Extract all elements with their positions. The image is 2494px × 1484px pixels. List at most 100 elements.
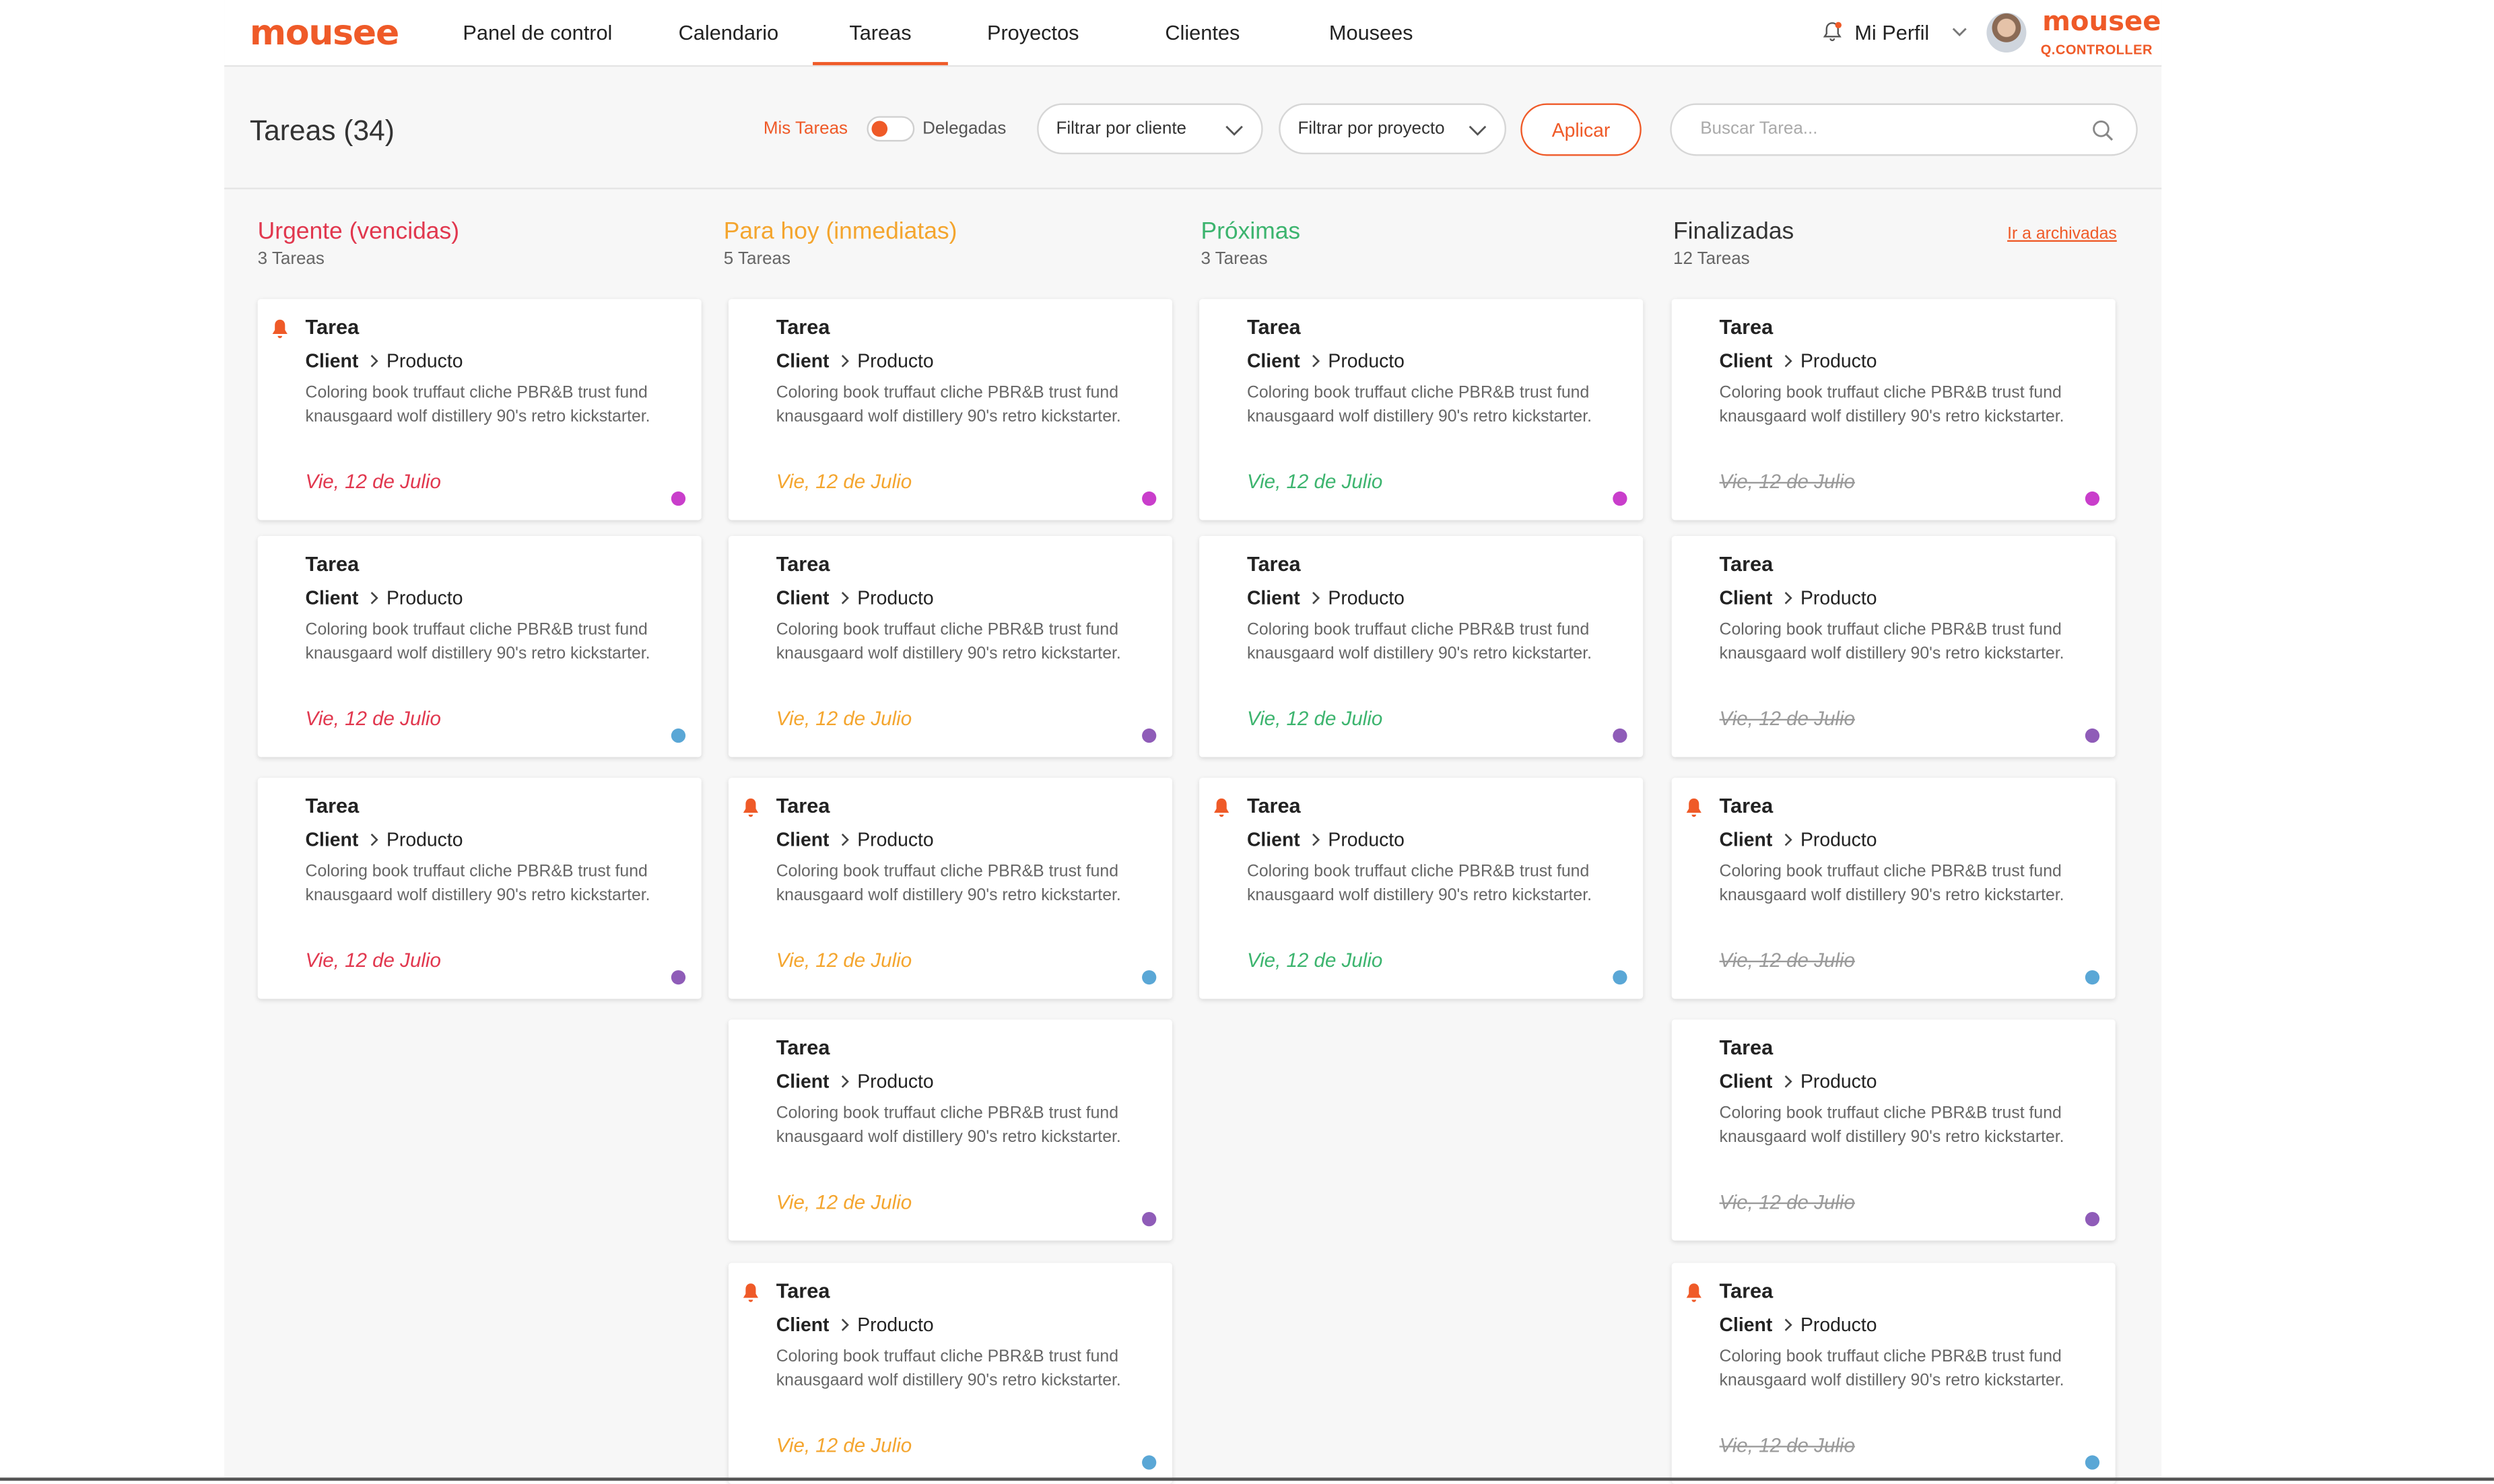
- task-card[interactable]: Tarea Client Producto Coloring book truffau…: [1671, 299, 2116, 520]
- task-description: Coloring book truffaut cliche PBR&B trus…: [305, 862, 650, 906]
- task-card[interactable]: Tarea Client Producto Coloring book truffau…: [728, 536, 1172, 757]
- task-product: Producto: [857, 1314, 934, 1337]
- task-card[interactable]: Tarea Client Producto Coloring book truffau…: [728, 1019, 1172, 1241]
- nav-calendario[interactable]: Calendario: [665, 0, 792, 65]
- chevron-right-icon: [1312, 355, 1320, 368]
- delegadas-label[interactable]: Delegadas: [922, 119, 1006, 138]
- task-status-dot: [671, 970, 686, 985]
- task-description: Coloring book truffaut cliche PBR&B trus…: [776, 620, 1121, 664]
- task-description: Coloring book truffaut cliche PBR&B trus…: [776, 1104, 1121, 1147]
- task-product: Producto: [1328, 828, 1405, 851]
- column-title-urgent: Urgente (vencidas): [257, 217, 460, 245]
- task-title: Tarea: [1719, 551, 1774, 576]
- task-due-date: Vie, 12 de Julio: [305, 471, 441, 494]
- notification-bell-icon[interactable]: [1821, 21, 1844, 43]
- task-due-date: Vie, 12 de Julio: [1719, 471, 1855, 494]
- chevron-right-icon: [1784, 1318, 1792, 1331]
- task-product: Producto: [857, 828, 934, 851]
- task-status-dot: [2085, 970, 2100, 985]
- search-box: [1670, 103, 2138, 156]
- tasks-scope-toggle[interactable]: [867, 116, 915, 142]
- chevron-right-icon: [1312, 592, 1320, 605]
- task-card[interactable]: Tarea Client Producto Coloring book truffau…: [1671, 536, 2116, 757]
- task-due-date: Vie, 12 de Julio: [776, 1434, 912, 1457]
- task-description: Coloring book truffaut cliche PBR&B trus…: [1719, 620, 2064, 664]
- filter-project-select[interactable]: Filtrar por proyecto: [1279, 103, 1507, 155]
- task-card[interactable]: Tarea Client Producto Coloring book truffau…: [1199, 778, 1644, 999]
- task-status-dot: [1142, 970, 1157, 985]
- task-description: Coloring book truffaut cliche PBR&B trus…: [1719, 1104, 2064, 1147]
- column-count-urgent: 3 Tareas: [257, 249, 325, 269]
- filter-client-select[interactable]: Filtrar por cliente: [1037, 103, 1263, 155]
- task-card[interactable]: Tarea Client Producto Coloring book truffau…: [1671, 1019, 2116, 1241]
- chevron-down-icon: [1469, 125, 1487, 136]
- archived-link[interactable]: Ir a archivadas: [2007, 224, 2117, 243]
- task-title: Tarea: [776, 793, 830, 818]
- task-title: Tarea: [1719, 1035, 1774, 1060]
- alert-bell-icon: [1686, 798, 1701, 817]
- task-card[interactable]: Tarea Client Producto Coloring book truffau…: [1671, 1262, 2116, 1484]
- task-product: Producto: [1800, 1070, 1877, 1093]
- task-status-dot: [1142, 728, 1157, 743]
- nav-panel-de-control[interactable]: Panel de control: [450, 0, 626, 65]
- user-avatar[interactable]: [1986, 12, 2027, 53]
- task-description: Coloring book truffaut cliche PBR&B trus…: [1719, 1347, 2064, 1390]
- task-card[interactable]: Tarea Client Producto Coloring book truffau…: [1199, 299, 1644, 520]
- chevron-right-icon: [1784, 355, 1792, 368]
- task-status-dot: [671, 491, 686, 506]
- task-description: Coloring book truffaut cliche PBR&B trus…: [1246, 383, 1592, 427]
- task-card[interactable]: Tarea Client Producto Coloring book truffau…: [257, 299, 702, 520]
- chevron-right-icon: [370, 834, 378, 846]
- task-description: Coloring book truffaut cliche PBR&B trus…: [776, 383, 1121, 427]
- chevron-right-icon: [1784, 592, 1792, 605]
- search-input[interactable]: [1697, 117, 2070, 140]
- alert-bell-icon: [1214, 798, 1229, 817]
- task-product: Producto: [1800, 1314, 1877, 1337]
- task-client: Client: [1246, 349, 1300, 372]
- task-product: Producto: [386, 828, 463, 851]
- task-status-dot: [1142, 491, 1157, 506]
- mis-tareas-label[interactable]: Mis Tareas: [764, 119, 848, 138]
- column-title-done: Finalizadas: [1673, 217, 1794, 245]
- nav-clientes[interactable]: Clientes: [1151, 0, 1253, 65]
- task-due-date: Vie, 12 de Julio: [1719, 708, 1855, 731]
- task-card[interactable]: Tarea Client Producto Coloring book truffau…: [728, 778, 1172, 999]
- task-client: Client: [1719, 586, 1773, 609]
- task-title: Tarea: [1719, 314, 1774, 339]
- task-card[interactable]: Tarea Client Producto Coloring book truffau…: [257, 778, 702, 999]
- task-card[interactable]: Tarea Client Producto Coloring book truffau…: [728, 299, 1172, 520]
- search-icon[interactable]: [2091, 119, 2114, 141]
- chevron-right-icon: [1784, 834, 1792, 846]
- brand-logo: mousee: [2042, 6, 2161, 38]
- chevron-right-icon: [841, 834, 849, 846]
- nav-tareas[interactable]: Tareas: [813, 0, 948, 65]
- task-product: Producto: [1328, 586, 1405, 609]
- task-client: Client: [305, 349, 359, 372]
- task-description: Coloring book truffaut cliche PBR&B trus…: [776, 1347, 1121, 1390]
- apply-button[interactable]: Aplicar: [1520, 103, 1642, 156]
- chevron-right-icon: [370, 355, 378, 368]
- filter-client-label: Filtrar por cliente: [1056, 119, 1187, 139]
- chevron-down-icon: [1225, 125, 1243, 136]
- task-status-dot: [1613, 491, 1627, 506]
- task-title: Tarea: [1719, 1279, 1774, 1303]
- task-due-date: Vie, 12 de Julio: [1719, 1434, 1855, 1457]
- task-title: Tarea: [1246, 793, 1301, 818]
- chevron-down-icon[interactable]: [1950, 24, 1969, 40]
- task-due-date: Vie, 12 de Julio: [776, 1191, 912, 1214]
- task-card[interactable]: Tarea Client Producto Coloring book truffau…: [728, 1262, 1172, 1484]
- app-logo[interactable]: mousee: [250, 14, 399, 54]
- task-card[interactable]: Tarea Client Producto Coloring book truffau…: [1671, 778, 2116, 999]
- task-status-dot: [2085, 1211, 2100, 1227]
- nav-proyectos[interactable]: Proyectos: [974, 0, 1093, 65]
- alert-bell-icon: [1686, 1283, 1701, 1302]
- profile-menu[interactable]: Mi Perfil: [1854, 0, 1929, 65]
- column-title-today: Para hoy (inmediatas): [723, 217, 957, 245]
- nav-mousees[interactable]: Mousees: [1317, 0, 1425, 65]
- page-title: Tareas (34): [249, 114, 395, 147]
- task-card[interactable]: Tarea Client Producto Coloring book truffau…: [257, 536, 702, 757]
- chevron-right-icon: [841, 355, 849, 368]
- task-client: Client: [1719, 349, 1773, 372]
- task-card[interactable]: Tarea Client Producto Coloring book truffau…: [1199, 536, 1644, 757]
- window-bottom-edge: [0, 1477, 2494, 1481]
